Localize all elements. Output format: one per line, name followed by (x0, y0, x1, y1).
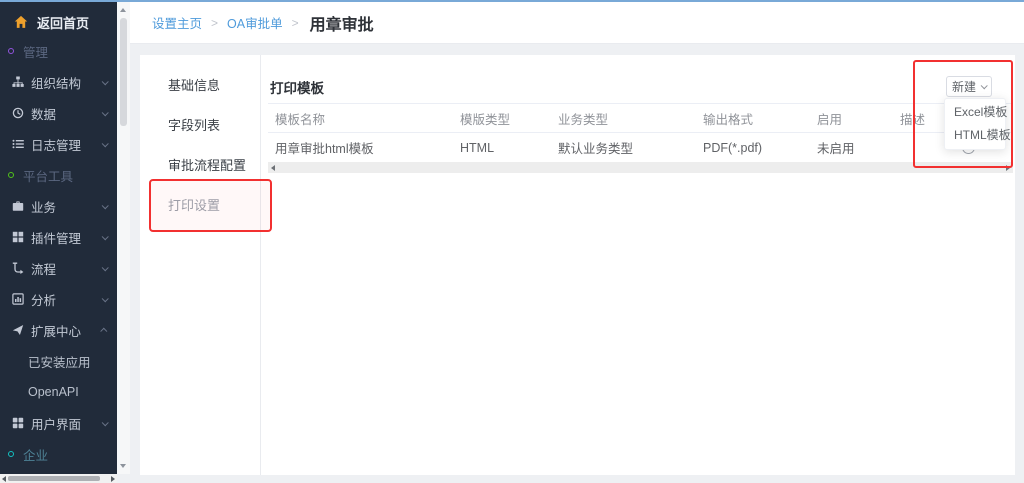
briefcase-icon (12, 200, 24, 212)
chevron-down-icon (102, 78, 109, 85)
analysis-icon (12, 293, 24, 305)
scroll-left-arrow-icon[interactable] (2, 476, 6, 482)
tab-basic-info[interactable]: 基础信息 (140, 66, 260, 106)
cell-business-type: 默认业务类型 (558, 138, 703, 157)
breadcrumb-separator: > (211, 16, 218, 30)
column-header-template-type: 模版类型 (460, 109, 558, 128)
new-template-button[interactable]: 新建 (946, 76, 992, 97)
breadcrumb-link-oa-form[interactable]: OA审批单 (227, 13, 283, 32)
home-icon (14, 15, 28, 29)
clock-icon (12, 107, 24, 119)
column-header-output-format: 输出格式 (703, 109, 817, 128)
cell-enabled: 未启用 (817, 138, 900, 157)
chevron-down-icon (102, 109, 109, 116)
sidebar-item-workflow[interactable]: 流程 (0, 253, 117, 283)
chevron-down-icon (102, 295, 109, 302)
tab-field-list[interactable]: 字段列表 (140, 106, 260, 146)
plugin-grid-icon (12, 231, 24, 243)
extension-icon (12, 324, 24, 336)
sidebar-item-label: 用户界面 (31, 414, 81, 433)
sidebar-item-business[interactable]: 业务 (0, 191, 117, 221)
sidebar-section-manage[interactable]: 管理 (0, 36, 117, 66)
scroll-up-arrow-icon[interactable] (120, 8, 126, 12)
page-title: 用章审批 (310, 11, 374, 35)
scroll-left-arrow-icon[interactable] (271, 165, 275, 171)
menu-item-excel-template[interactable]: Excel模板 (945, 101, 1005, 124)
column-header-business-type: 业务类型 (558, 109, 703, 128)
sidebar-vertical-scrollbar[interactable] (117, 2, 130, 474)
sidebar-item-plugin-manage[interactable]: 插件管理 (0, 222, 117, 252)
table-horizontal-scrollbar[interactable] (268, 162, 1013, 173)
cell-template-name: 用章审批html模板 (275, 138, 460, 157)
sidebar-item-openapi[interactable]: OpenAPI (0, 377, 117, 407)
sidebar-item-home[interactable]: 返回首页 (0, 8, 117, 36)
scroll-down-arrow-icon[interactable] (120, 464, 126, 468)
green-dot-icon (8, 172, 14, 178)
table-row[interactable]: 用章审批html模板 HTML 默认业务类型 PDF(*.pdf) 未启用 (268, 133, 1013, 162)
sidebar-item-extension-center[interactable]: 扩展中心 (0, 315, 117, 345)
sidebar-section-label: 平台工具 (23, 166, 73, 185)
chevron-down-icon (102, 233, 109, 240)
log-list-icon (12, 138, 24, 150)
sidebar-item-label: 组织结构 (31, 73, 81, 92)
sidebar: 返回首页 管理 组织结构 数据 日志管理 平台工具 (0, 2, 117, 474)
sitemap-icon (12, 76, 24, 88)
sidebar-section-platform-tools[interactable]: 平台工具 (0, 160, 117, 190)
chevron-down-icon (102, 140, 109, 147)
sidebar-horizontal-scrollbar[interactable] (0, 474, 117, 483)
section-title: 打印模板 (270, 77, 324, 97)
sidebar-item-label: 流程 (31, 259, 56, 278)
menu-item-html-template[interactable]: HTML模板 (945, 124, 1005, 147)
tab-print-settings[interactable]: 打印设置 (140, 186, 260, 226)
teal-dot-icon (8, 451, 14, 457)
print-settings-panel: 打印模板 模板名称 模版类型 业务类型 输出格式 启用 描述 用章审批html模… (262, 55, 1015, 475)
cell-output-format: PDF(*.pdf) (703, 141, 817, 155)
sidebar-subitem-label: OpenAPI (28, 385, 79, 399)
vertical-scrollbar-thumb[interactable] (120, 18, 127, 126)
tab-approval-flow-config[interactable]: 审批流程配置 (140, 146, 260, 186)
print-template-table: 模板名称 模版类型 业务类型 输出格式 启用 描述 用章审批html模板 HTM… (268, 103, 1013, 173)
sidebar-item-label: 业务 (31, 197, 56, 216)
horizontal-scrollbar-thumb[interactable] (8, 476, 100, 481)
ui-grid-icon (12, 417, 24, 429)
sidebar-item-analysis[interactable]: 分析 (0, 284, 117, 314)
breadcrumb-link-settings-home[interactable]: 设置主页 (152, 13, 202, 32)
sidebar-item-label: 分析 (31, 290, 56, 309)
flow-icon (12, 262, 24, 274)
main-card: 基础信息 字段列表 审批流程配置 打印设置 打印模板 模板名称 模版类型 业务类… (140, 55, 1015, 475)
sidebar-item-data[interactable]: 数据 (0, 98, 117, 128)
sidebar-item-installed-apps[interactable]: 已安装应用 (0, 346, 117, 376)
sidebar-section-enterprise[interactable]: 企业 (0, 439, 117, 469)
chevron-up-icon (100, 327, 107, 334)
sidebar-subitem-label: 已安装应用 (28, 352, 91, 371)
sidebar-item-user-interface[interactable]: 用户界面 (0, 408, 117, 438)
sidebar-section-label: 管理 (23, 42, 48, 61)
sidebar-home-label: 返回首页 (37, 13, 89, 32)
table-header-row: 模板名称 模版类型 业务类型 输出格式 启用 描述 (268, 103, 1013, 133)
breadcrumb-bar: 设置主页 > OA审批单 > 用章审批 (130, 2, 1024, 44)
chevron-down-icon (981, 82, 988, 89)
chevron-down-icon (102, 419, 109, 426)
scroll-right-arrow-icon[interactable] (111, 476, 115, 482)
column-header-enabled: 启用 (817, 109, 900, 128)
breadcrumb-separator: > (292, 16, 299, 30)
sidebar-item-label: 扩展中心 (31, 321, 81, 340)
sidebar-item-log-manage[interactable]: 日志管理 (0, 129, 117, 159)
new-button-label: 新建 (952, 78, 976, 95)
sidebar-section-label: 企业 (23, 445, 48, 464)
column-header-template-name: 模板名称 (275, 109, 460, 128)
purple-dot-icon (8, 48, 14, 54)
sidebar-item-label: 数据 (31, 104, 56, 123)
sidebar-item-label: 插件管理 (31, 228, 81, 247)
settings-tab-nav: 基础信息 字段列表 审批流程配置 打印设置 (140, 55, 261, 475)
chevron-down-icon (102, 202, 109, 209)
new-template-dropdown-menu: Excel模板 HTML模板 (944, 98, 1006, 150)
chevron-down-icon (102, 264, 109, 271)
sidebar-item-label: 日志管理 (31, 135, 81, 154)
scroll-right-arrow-icon[interactable] (1006, 165, 1010, 171)
cell-template-type: HTML (460, 141, 558, 155)
sidebar-item-org-structure[interactable]: 组织结构 (0, 67, 117, 97)
